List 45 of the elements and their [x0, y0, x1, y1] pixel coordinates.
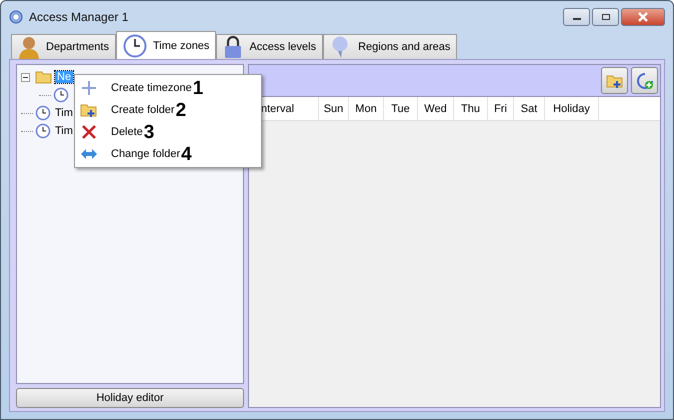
- add-folder-icon: [606, 72, 624, 88]
- add-clock-icon: [636, 72, 654, 90]
- add-folder-button[interactable]: [601, 67, 628, 94]
- maximize-icon: [600, 12, 610, 20]
- column-header: Holiday: [545, 97, 599, 120]
- clock-icon: [35, 105, 51, 121]
- step-number: 1: [192, 78, 204, 98]
- double-arrow-icon: [81, 149, 97, 159]
- step-number: 3: [144, 122, 154, 142]
- person-icon: [18, 35, 40, 59]
- clock-icon: [35, 123, 51, 139]
- maximize-button[interactable]: [592, 8, 619, 26]
- tree-item[interactable]: Tim: [53, 107, 75, 119]
- tab[interactable]: Access levels: [216, 34, 324, 59]
- folder-icon: [35, 70, 53, 84]
- column-header: Fri: [488, 97, 514, 120]
- menu-item[interactable]: Create timezone 1: [75, 77, 261, 99]
- close-button[interactable]: [621, 8, 665, 26]
- holiday-editor-button[interactable]: Holiday editor: [16, 388, 244, 408]
- collapse-toggle[interactable]: [21, 72, 33, 82]
- add-timezone-button[interactable]: [631, 67, 658, 94]
- close-icon: [637, 12, 649, 22]
- add-folder-icon: [80, 102, 98, 118]
- app-icon: [9, 10, 23, 24]
- menu-item[interactable]: Change folder4: [75, 143, 261, 165]
- tab[interactable]: Time zones: [116, 31, 216, 59]
- minimize-button[interactable]: [563, 8, 590, 26]
- delete-icon: [82, 125, 96, 139]
- column-header: Sat: [514, 97, 545, 120]
- step-number: 4: [181, 144, 192, 164]
- column-header: Mon: [349, 97, 384, 120]
- tab[interactable]: Departments: [11, 34, 116, 59]
- tab[interactable]: Regions and areas: [323, 34, 458, 59]
- menu-item[interactable]: Delete3: [75, 121, 261, 143]
- column-header: Thu: [454, 97, 488, 120]
- clock-icon: [122, 34, 147, 58]
- step-number: 2: [176, 100, 186, 120]
- tree-item[interactable]: Tim: [53, 125, 75, 137]
- clock-icon: [53, 87, 69, 103]
- column-header: Tue: [384, 97, 418, 120]
- column-header: Wed: [418, 97, 454, 120]
- window-title: Access Manager 1: [29, 10, 128, 24]
- plus-icon: [81, 80, 97, 96]
- column-header: Sun: [319, 97, 349, 120]
- lock-icon: [223, 35, 244, 59]
